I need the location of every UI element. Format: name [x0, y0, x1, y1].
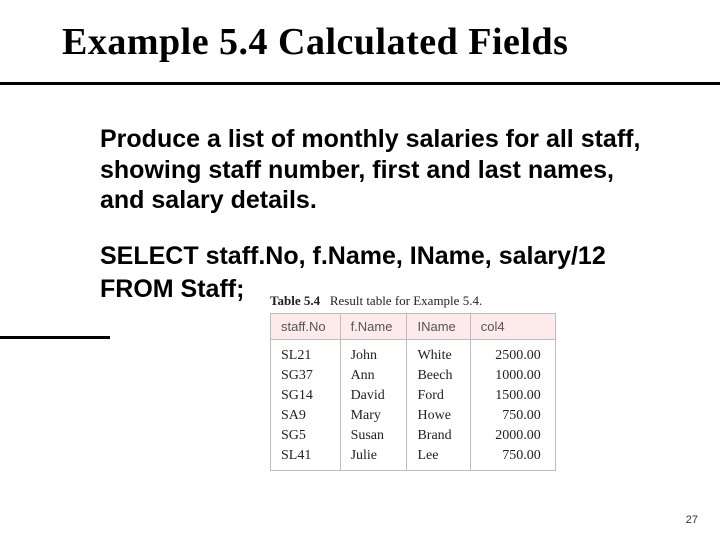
cell-lname: Beech	[407, 366, 470, 386]
cell-fname: David	[340, 386, 407, 406]
table-row: SA9 Mary Howe 750.00	[271, 406, 556, 426]
col-header-staffno: staff.No	[271, 314, 341, 340]
cell-staffno: SA9	[271, 406, 341, 426]
cell-lname: White	[407, 340, 470, 367]
cell-col4: 750.00	[470, 406, 555, 426]
cell-lname: Howe	[407, 406, 470, 426]
cell-col4: 1000.00	[470, 366, 555, 386]
table-row: SG5 Susan Brand 2000.00	[271, 426, 556, 446]
table-caption-label: Table 5.4	[270, 293, 320, 308]
horizontal-rule-long	[0, 82, 720, 85]
table-row: SG37 Ann Beech 1000.00	[271, 366, 556, 386]
col-header-col4: col4	[470, 314, 555, 340]
table-row: SG14 David Ford 1500.00	[271, 386, 556, 406]
cell-staffno: SG14	[271, 386, 341, 406]
page-number: 27	[686, 514, 698, 526]
table-header-row: staff.No f.Name IName col4	[271, 314, 556, 340]
col-header-lname: IName	[407, 314, 470, 340]
table-caption: Table 5.4 Result table for Example 5.4.	[270, 293, 482, 309]
cell-staffno: SG5	[271, 426, 341, 446]
sql-line-1: SELECT staff.No, f.Name, IName, salary/1…	[100, 240, 660, 274]
cell-staffno: SL41	[271, 446, 341, 471]
cell-lname: Ford	[407, 386, 470, 406]
cell-col4: 2500.00	[470, 340, 555, 367]
cell-fname: John	[340, 340, 407, 367]
slide-title: Example 5.4 Calculated Fields	[62, 20, 568, 64]
result-table: staff.No f.Name IName col4 SL21 John Whi…	[270, 313, 556, 471]
problem-prompt: Produce a list of monthly salaries for a…	[100, 124, 660, 216]
cell-fname: Mary	[340, 406, 407, 426]
cell-col4: 1500.00	[470, 386, 555, 406]
table-caption-text: Result table for Example 5.4.	[330, 293, 482, 308]
table-row: SL21 John White 2500.00	[271, 340, 556, 367]
cell-fname: Ann	[340, 366, 407, 386]
cell-lname: Lee	[407, 446, 470, 471]
cell-col4: 2000.00	[470, 426, 555, 446]
cell-fname: Susan	[340, 426, 407, 446]
table-row: SL41 Julie Lee 750.00	[271, 446, 556, 471]
horizontal-rule-short	[0, 336, 110, 339]
col-header-fname: f.Name	[340, 314, 407, 340]
cell-lname: Brand	[407, 426, 470, 446]
cell-fname: Julie	[340, 446, 407, 471]
cell-staffno: SG37	[271, 366, 341, 386]
cell-col4: 750.00	[470, 446, 555, 471]
result-table-container: staff.No f.Name IName col4 SL21 John Whi…	[270, 313, 556, 471]
cell-staffno: SL21	[271, 340, 341, 367]
